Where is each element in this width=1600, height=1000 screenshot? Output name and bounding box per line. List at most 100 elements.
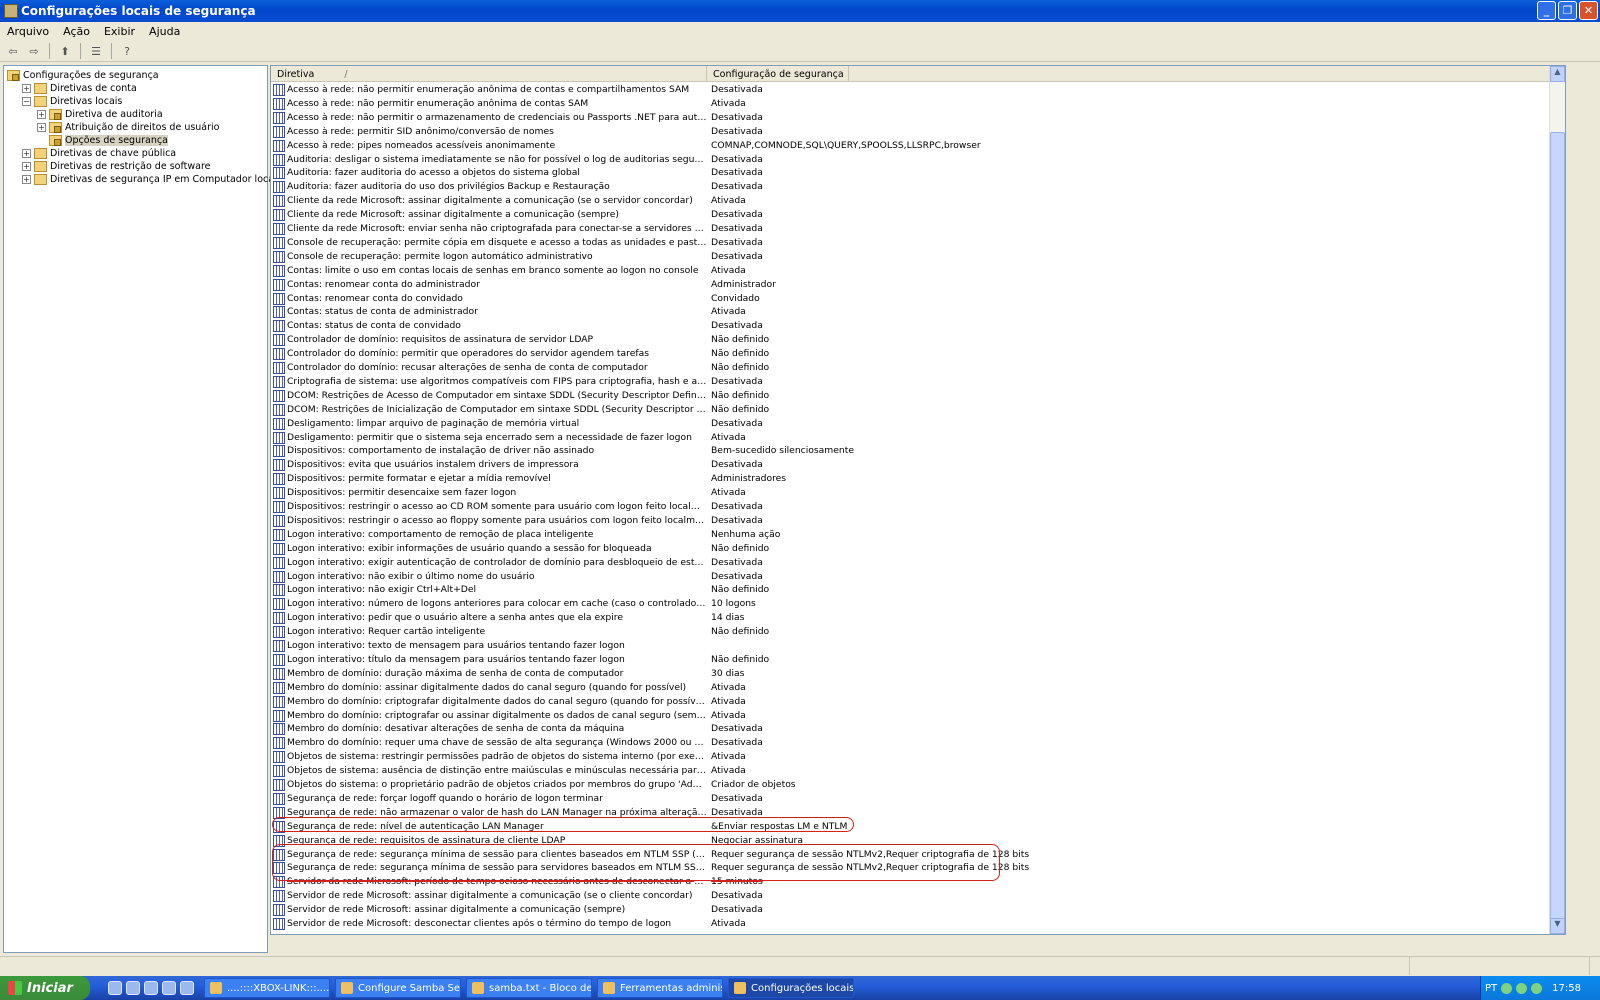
export-list-icon[interactable]: ☰ bbox=[87, 43, 105, 59]
tree-item[interactable]: Opções de segurança bbox=[37, 134, 168, 147]
table-row[interactable]: Membro do domínio: desativar alterações … bbox=[271, 722, 1551, 736]
network-tray-icon[interactable] bbox=[1501, 982, 1513, 994]
table-row[interactable]: DCOM: Restrições de Acesso de Computador… bbox=[271, 389, 1551, 403]
table-row[interactable]: Dispositivos: restringir o acesso ao flo… bbox=[271, 514, 1551, 528]
table-row[interactable]: Objetos do sistema: o proprietário padrã… bbox=[271, 778, 1551, 792]
table-row[interactable]: Auditoria: fazer auditoria do uso dos pr… bbox=[271, 180, 1551, 194]
tree-item[interactable]: + Atribuição de direitos de usuário bbox=[37, 121, 220, 134]
taskbar-button[interactable]: Ferramentas administ... bbox=[597, 978, 723, 998]
table-row[interactable]: Auditoria: fazer auditoria do acesso a o… bbox=[271, 166, 1551, 180]
update-tray-icon[interactable] bbox=[1516, 982, 1528, 994]
quick-launch-network-icon[interactable] bbox=[180, 981, 194, 995]
tree-item[interactable]: + Diretivas de segurança IP em Computador… bbox=[22, 173, 277, 186]
table-row[interactable]: Objetos de sistema: ausência de distinçã… bbox=[271, 764, 1551, 778]
menu-ajuda[interactable]: Ajuda bbox=[142, 25, 187, 38]
expand-icon[interactable]: + bbox=[22, 84, 31, 93]
table-row[interactable]: Logon interativo: texto de mensagem para… bbox=[271, 639, 1551, 653]
table-row[interactable]: Logon interativo: exigir autenticação de… bbox=[271, 556, 1551, 570]
vertical-scrollbar[interactable]: ▲ ▼ bbox=[1549, 66, 1565, 934]
table-row[interactable]: Cliente da rede Microsoft: assinar digit… bbox=[271, 208, 1551, 222]
expand-icon[interactable]: + bbox=[22, 149, 31, 158]
expand-icon[interactable]: + bbox=[22, 162, 31, 171]
table-row[interactable]: Logon interativo: não exigir Ctrl+Alt+De… bbox=[271, 583, 1551, 597]
table-row[interactable]: Logon interativo: Requer cartão intelige… bbox=[271, 625, 1551, 639]
table-row[interactable]: Acesso à rede: não permitir o armazename… bbox=[271, 111, 1551, 125]
tree-item[interactable]: − Diretivas locais bbox=[22, 95, 122, 108]
scroll-thumb[interactable] bbox=[1550, 132, 1565, 922]
start-button[interactable]: Iniciar bbox=[0, 976, 90, 1000]
back-arrow-icon[interactable]: ⇦ bbox=[4, 43, 22, 59]
table-row[interactable]: Controlador do domínio: permitir que ope… bbox=[271, 347, 1551, 361]
table-row[interactable]: Membro do domínio: criptografar digitalm… bbox=[271, 695, 1551, 709]
table-row[interactable]: Contas: status de conta de convidado Desa… bbox=[271, 319, 1551, 333]
table-row[interactable]: Dispositivos: comportamento de instalaçã… bbox=[271, 444, 1551, 458]
table-row[interactable]: Logon interativo: título da mensagem par… bbox=[271, 653, 1551, 667]
menu-arquivo[interactable]: Arquivo bbox=[0, 25, 56, 38]
table-row[interactable]: Controlador do domínio: recusar alteraçõ… bbox=[271, 361, 1551, 375]
tree-item[interactable]: + Diretivas de chave pública bbox=[22, 147, 176, 160]
close-button[interactable]: ✕ bbox=[1579, 1, 1598, 20]
language-indicator[interactable]: PT bbox=[1485, 983, 1497, 994]
table-row[interactable]: Dispositivos: restringir o acesso ao CD … bbox=[271, 500, 1551, 514]
table-row[interactable]: Objetos de sistema: restringir permissõe… bbox=[271, 750, 1551, 764]
menu-acao[interactable]: Ação bbox=[56, 25, 97, 38]
table-row[interactable]: Acesso à rede: pipes nomeados acessíveis… bbox=[271, 139, 1551, 153]
tree-item[interactable]: + Diretivas de conta bbox=[22, 82, 137, 95]
table-row[interactable]: Auditoria: desligar o sistema imediatame… bbox=[271, 153, 1551, 167]
quick-launch-ie-icon[interactable] bbox=[144, 981, 158, 995]
table-row[interactable]: Membro de domínio: duração máxima de sen… bbox=[271, 667, 1551, 681]
table-row[interactable]: Contas: limite o uso em contas locais de… bbox=[271, 264, 1551, 278]
expand-icon[interactable]: + bbox=[37, 110, 46, 119]
table-row[interactable]: Dispositivos: evita que usuários instale… bbox=[271, 458, 1551, 472]
table-row[interactable]: Logon interativo: não exibir o último no… bbox=[271, 570, 1551, 584]
table-row[interactable]: Console de recuperação: permite logon au… bbox=[271, 250, 1551, 264]
restore-button[interactable]: ❐ bbox=[1558, 1, 1577, 20]
column-header-configuracao[interactable]: Configuração de segurança bbox=[707, 66, 849, 82]
table-row[interactable]: Logon interativo: exibir informações de … bbox=[271, 542, 1551, 556]
minimize-button[interactable]: _ bbox=[1537, 1, 1556, 20]
table-row[interactable]: Logon interativo: pedir que o usuário al… bbox=[271, 611, 1551, 625]
table-row[interactable]: Controlador de domínio: requisitos de as… bbox=[271, 333, 1551, 347]
table-row[interactable]: Logon interativo: número de logons anter… bbox=[271, 597, 1551, 611]
table-row[interactable]: Membro do domínio: assinar digitalmente … bbox=[271, 681, 1551, 695]
tree-item[interactable]: + Diretivas de restrição de software bbox=[22, 160, 211, 173]
forward-arrow-icon[interactable]: ⇨ bbox=[25, 43, 43, 59]
tree-item[interactable]: Configurações de segurança bbox=[7, 69, 159, 82]
collapse-icon[interactable]: − bbox=[22, 97, 31, 106]
table-row[interactable]: Cliente da rede Microsoft: enviar senha … bbox=[271, 222, 1551, 236]
messenger-tray-icon[interactable] bbox=[1531, 982, 1543, 994]
table-row[interactable]: Contas: renomear conta do administrador A… bbox=[271, 278, 1551, 292]
table-row[interactable]: Desligamento: limpar arquivo de paginaçã… bbox=[271, 417, 1551, 431]
taskbar-button[interactable]: Configure Samba Ser... bbox=[335, 978, 461, 998]
table-row[interactable]: Membro do domínio: criptografar ou assin… bbox=[271, 709, 1551, 723]
taskbar-button[interactable]: samba.txt - Bloco de ... bbox=[466, 978, 592, 998]
clock[interactable]: 17:58 bbox=[1552, 983, 1581, 994]
taskbar-button[interactable]: Configurações locais ... bbox=[728, 978, 854, 998]
table-row[interactable]: Desligamento: permitir que o sistema sej… bbox=[271, 431, 1551, 445]
scroll-up-icon[interactable]: ▲ bbox=[1550, 66, 1565, 82]
table-row[interactable]: Acesso à rede: não permitir enumeração a… bbox=[271, 97, 1551, 111]
up-folder-icon[interactable]: ⬆ bbox=[56, 43, 74, 59]
column-header-diretiva[interactable]: Diretiva / bbox=[271, 66, 707, 82]
quick-launch-media-icon[interactable] bbox=[162, 981, 176, 995]
scroll-down-icon[interactable]: ▼ bbox=[1550, 918, 1565, 934]
expand-icon[interactable]: + bbox=[22, 175, 31, 184]
table-row[interactable]: Criptografia de sistema: use algoritmos … bbox=[271, 375, 1551, 389]
table-row[interactable]: Contas: renomear conta do convidado Convi… bbox=[271, 292, 1551, 306]
taskbar-button[interactable]: ....::::XBOX-LINK:::.... bbox=[204, 978, 330, 998]
menu-exibir[interactable]: Exibir bbox=[97, 25, 142, 38]
table-row[interactable]: Dispositivos: permite formatar e ejetar … bbox=[271, 472, 1551, 486]
help-icon[interactable]: ? bbox=[118, 43, 136, 59]
table-row[interactable]: DCOM: Restrições de Inicialização de Com… bbox=[271, 403, 1551, 417]
table-row[interactable]: Servidor de rede Microsoft: assinar digi… bbox=[271, 889, 1551, 903]
quick-launch-desktop-icon[interactable] bbox=[108, 981, 122, 995]
table-row[interactable]: Dispositivos: permitir desencaixe sem fa… bbox=[271, 486, 1551, 500]
table-row[interactable]: Servidor de rede Microsoft: assinar digi… bbox=[271, 903, 1551, 917]
table-row[interactable]: Acesso à rede: permitir SID anônimo/conv… bbox=[271, 125, 1551, 139]
expand-icon[interactable]: + bbox=[37, 123, 46, 132]
table-row[interactable]: Console de recuperação: permite cópia em… bbox=[271, 236, 1551, 250]
quick-launch-firefox-icon[interactable] bbox=[126, 981, 140, 995]
table-row[interactable]: Membro do domínio: requer uma chave de s… bbox=[271, 736, 1551, 750]
table-row[interactable]: Acesso à rede: não permitir enumeração a… bbox=[271, 83, 1551, 97]
table-row[interactable]: Segurança de rede: forçar logoff quando … bbox=[271, 792, 1551, 806]
